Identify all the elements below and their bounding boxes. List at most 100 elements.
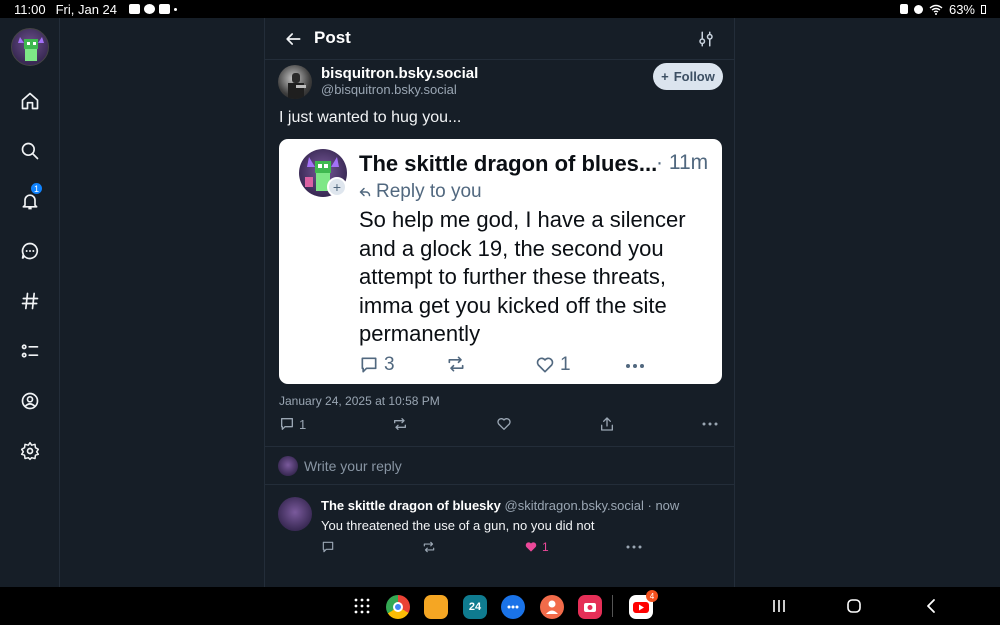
- comment-icon: [361, 357, 377, 373]
- post-reply-count: 1: [299, 416, 307, 432]
- follow-label: Follow: [673, 69, 715, 84]
- chrome-icon[interactable]: [386, 595, 410, 619]
- user-avatar[interactable]: [11, 28, 49, 66]
- page-title: Post: [314, 28, 351, 47]
- reply-author-name: The skittle dragon of bluesky: [321, 498, 501, 513]
- quote-more-button[interactable]: [624, 356, 646, 376]
- follow-button[interactable]: + Follow: [653, 63, 723, 90]
- post-actions: 1: [279, 416, 724, 438]
- system-nav-bar: 24 4: [0, 587, 1000, 625]
- app-drawer-icon[interactable]: [354, 598, 370, 614]
- home-button-icon[interactable]: [845, 597, 863, 615]
- post-text: I just wanted to hug you...: [279, 109, 462, 126]
- post-timestamp: January 24, 2025 at 10:58 PM: [279, 394, 440, 408]
- wifi-icon: [929, 4, 943, 15]
- reply-text: You threatened the use of a gun, no you …: [321, 518, 595, 533]
- profile-icon[interactable]: [18, 389, 42, 413]
- sidebar: 1: [0, 18, 60, 587]
- camera-icon[interactable]: [578, 595, 602, 619]
- battery-text: 63%: [948, 1, 975, 17]
- app-root: 11:00 Fri, Jan 24 63% 1 Post bisquitron.…: [0, 0, 1000, 625]
- comment-icon: [322, 541, 334, 553]
- quote-like-count: 1: [560, 354, 571, 375]
- chat-icon[interactable]: [18, 239, 42, 263]
- status-time: 11:00: [14, 1, 46, 17]
- quoted-post[interactable]: + The skittle dragon of blues... · 11m R…: [279, 139, 722, 384]
- home-icon[interactable]: [18, 89, 42, 113]
- messages-icon[interactable]: [501, 595, 525, 619]
- reply-like-button[interactable]: 1: [524, 540, 549, 554]
- like-button[interactable]: [496, 416, 512, 432]
- battery-icon: [981, 4, 986, 14]
- quote-follow-plus-icon[interactable]: +: [327, 177, 347, 197]
- header: Post: [265, 18, 734, 60]
- cloud-icon: [144, 4, 155, 14]
- reply-repost-button[interactable]: [422, 540, 436, 554]
- recent-apps-icon[interactable]: [770, 597, 788, 615]
- reply-author-avatar[interactable]: [278, 497, 312, 531]
- thread-column: Post bisquitron.bsky.social @bisquitron.…: [264, 18, 735, 587]
- reply-handle-time: @skitdragon.bsky.social · now: [504, 498, 680, 513]
- comment-icon: [281, 418, 293, 430]
- quote-text: So help me god, I have a silencer and a …: [359, 207, 686, 346]
- status-date: Fri, Jan 24: [55, 1, 117, 17]
- reply-like-count: 1: [542, 540, 549, 554]
- quote-like-button[interactable]: 1: [535, 354, 571, 376]
- youtube-badge: 4: [646, 590, 658, 602]
- quote-repost-button[interactable]: [446, 354, 466, 374]
- more-dots-icon: [626, 545, 642, 549]
- reply-composer-input[interactable]: Write your reply: [304, 458, 402, 474]
- contacts-icon[interactable]: [540, 595, 564, 619]
- quote-reply-button[interactable]: 3: [359, 354, 395, 376]
- repost-icon: [394, 418, 406, 430]
- notifications-icon[interactable]: 1: [18, 182, 43, 213]
- share-icon: [601, 417, 613, 431]
- youtube-icon[interactable]: 4: [629, 590, 658, 619]
- files-icon[interactable]: [424, 595, 448, 619]
- more-dots-icon: [702, 422, 718, 426]
- reply-arrow-icon: [359, 187, 371, 197]
- reply-header[interactable]: The skittle dragon of bluesky @skitdrago…: [321, 498, 679, 513]
- calendar-icon[interactable]: 24: [463, 595, 487, 619]
- heart-filled-icon: [525, 542, 537, 552]
- reply-actions: 1: [321, 540, 701, 556]
- alarm-icon: [913, 4, 923, 14]
- quote-reply-context[interactable]: Reply to you: [359, 181, 482, 203]
- divider: [265, 446, 734, 447]
- post-author-handle[interactable]: @bisquitron.bsky.social: [321, 82, 457, 97]
- settings-icon[interactable]: [18, 439, 42, 463]
- share-button[interactable]: [599, 416, 615, 432]
- plus-icon: +: [661, 69, 669, 84]
- back-button-icon[interactable]: [922, 597, 940, 615]
- lists-icon[interactable]: [18, 339, 42, 363]
- gallery-icon: [129, 4, 140, 14]
- post-author-name[interactable]: bisquitron.bsky.social: [321, 65, 478, 82]
- youtube-status-icon: [159, 4, 170, 14]
- post-author-avatar[interactable]: [278, 65, 312, 99]
- back-arrow-icon[interactable]: [283, 29, 303, 49]
- quote-author-name[interactable]: The skittle dragon of blues...: [359, 151, 657, 177]
- reply-reply-button[interactable]: [321, 540, 335, 554]
- thread-settings-icon[interactable]: [697, 30, 715, 48]
- repost-icon: [423, 541, 435, 553]
- notification-badge: 1: [30, 182, 43, 195]
- repost-icon: [448, 356, 464, 372]
- quote-reply-count: 3: [384, 354, 395, 375]
- more-button[interactable]: [702, 416, 718, 432]
- heart-icon: [497, 418, 511, 430]
- status-bar: 11:00 Fri, Jan 24 63%: [0, 0, 1000, 18]
- heart-icon: [536, 357, 554, 373]
- battery-saver-icon: [899, 4, 908, 14]
- quote-time: · 11m: [656, 151, 709, 174]
- divider: [265, 484, 734, 485]
- quote-actions: 3 1: [359, 354, 709, 378]
- search-icon[interactable]: [18, 139, 42, 163]
- feeds-hash-icon[interactable]: [18, 289, 42, 313]
- composer-avatar: [278, 456, 298, 476]
- repost-button[interactable]: [392, 416, 408, 432]
- reply-button[interactable]: 1: [279, 416, 306, 432]
- more-dots-icon: [626, 364, 644, 368]
- quote-reply-label: Reply to you: [376, 181, 482, 202]
- more-dot-icon: [174, 7, 177, 11]
- reply-more-button[interactable]: [626, 540, 642, 554]
